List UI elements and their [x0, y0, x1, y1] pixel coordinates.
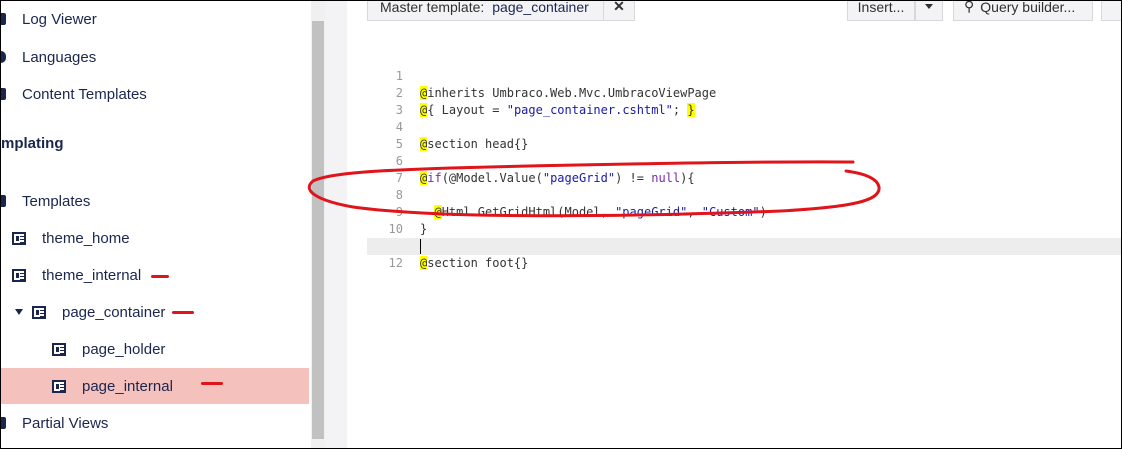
master-template-picker[interactable]: Master template: page_container: [367, 0, 605, 21]
section-heading-templating: mplating: [1, 135, 64, 152]
sidebar-item-content-templates[interactable]: Content Templates: [1, 76, 309, 112]
code-line: 8 @Html.GetGridHtml(Model, "pageGrid", "…: [367, 170, 1121, 219]
caret-down-icon[interactable]: [15, 309, 23, 315]
query-builder-button[interactable]: ⚲ Query builder...: [953, 0, 1093, 21]
sidebar-item-templates[interactable]: Templates: [1, 183, 309, 219]
annotation-mark: [201, 382, 223, 385]
master-template-value: page_container: [492, 0, 589, 15]
insert-button[interactable]: Insert...: [847, 0, 915, 21]
template-icon: [32, 305, 46, 319]
sidebar-scrollbar-thumb[interactable]: [312, 21, 324, 439]
annotation-mark: [172, 311, 194, 314]
folder-icon: [1, 417, 6, 429]
query-builder-label: Query builder...: [980, 0, 1076, 15]
tree-item-label: page_internal: [82, 377, 173, 395]
caret-down-icon: [925, 4, 933, 9]
annotation-mark: [151, 275, 169, 278]
code-editor[interactable]: 1 @inherits Umbraco.Web.Mvc.UmbracoViewP…: [367, 35, 1121, 445]
content-template-icon: [1, 88, 6, 100]
code-line: 1 @inherits Umbraco.Web.Mvc.UmbracoViewP…: [367, 51, 1121, 100]
panel-gutter: [325, 1, 347, 448]
sidebar-item-label: Partial Views: [22, 414, 109, 432]
insert-button-label: Insert...: [857, 0, 905, 15]
tree-item-page-internal[interactable]: page_internal: [1, 368, 309, 404]
code-line: 10: [367, 204, 1121, 236]
screenshot-frame: Log Viewer Languages Content Templates m…: [0, 0, 1122, 449]
template-icon: [12, 268, 26, 282]
code-line: 3: [367, 85, 1121, 117]
tree-item-label: page_holder: [82, 340, 166, 358]
code-text: section foot{}: [427, 256, 529, 270]
line-number: 12: [388, 256, 403, 270]
line-code: @section foot{}: [420, 255, 528, 272]
tree-item-label: page_container: [62, 303, 166, 321]
code-line: 7: [367, 153, 1121, 185]
sidebar-item-partial-views[interactable]: Partial Views: [1, 405, 309, 441]
template-icon: [52, 379, 66, 393]
master-template-label: Master template:: [380, 0, 485, 15]
sidebar-item-label: Templates: [22, 192, 91, 210]
tree-item-page-container[interactable]: page_container: [1, 294, 309, 330]
code-line: 2 @{ Layout = "page_container.cshtml"; }: [367, 68, 1121, 117]
sidebar-item-label: Content Templates: [22, 85, 147, 103]
code-line: 4 @section head{}: [367, 102, 1121, 151]
remove-master-template-button[interactable]: ✕: [603, 0, 635, 21]
code-line: 9 }: [367, 187, 1121, 236]
code-line-active: 12: [367, 238, 1121, 270]
code-line: 11 @section foot{}: [367, 221, 1121, 270]
tree-item-page-holder[interactable]: page_holder: [1, 331, 309, 367]
code-line: 5: [367, 119, 1121, 151]
globe-icon: [1, 51, 6, 63]
sidebar-item-label: Languages: [22, 48, 97, 66]
log-viewer-icon: [1, 13, 6, 25]
sidebar-item-log-viewer[interactable]: Log Viewer: [1, 1, 309, 37]
sidebar-item-label: Log Viewer: [22, 10, 97, 28]
wand-icon: ⚲: [964, 0, 975, 14]
more-toolbar-button[interactable]: [1101, 1, 1121, 21]
tree-item-theme-home[interactable]: theme_home: [1, 220, 309, 256]
template-icon: [52, 342, 66, 356]
insert-dropdown-button[interactable]: [915, 1, 943, 21]
tree-item-label: theme_home: [42, 229, 130, 247]
editor-toolbar: Master template: page_container ✕ Insert…: [347, 0, 1121, 21]
folder-icon: [1, 195, 6, 207]
sidebar-item-languages[interactable]: Languages: [1, 39, 309, 75]
sidebar: Log Viewer Languages Content Templates m…: [1, 1, 311, 448]
close-icon: ✕: [613, 0, 625, 14]
tree-item-label: theme_internal: [42, 266, 142, 284]
template-icon: [12, 231, 26, 245]
code-line: 6 @if(@Model.Value("pageGrid") != null){: [367, 136, 1121, 185]
text-cursor: [420, 239, 421, 254]
